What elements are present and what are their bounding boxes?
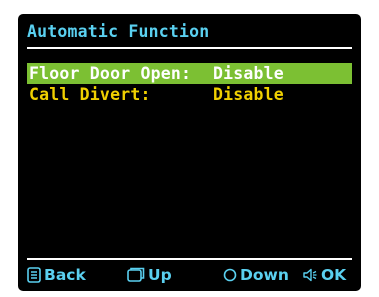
up-button[interactable]: Up: [127, 263, 172, 287]
settings-menu: Floor Door Open: Disable Call Divert: Di…: [27, 63, 352, 105]
footer-divider: [27, 258, 352, 260]
screen-title: Automatic Function: [27, 22, 210, 41]
ok-label: OK: [321, 266, 347, 284]
menu-item-value: Disable: [213, 64, 284, 83]
back-label: Back: [44, 266, 86, 284]
window-icon: [127, 267, 145, 282]
speaker-icon: [303, 268, 317, 282]
down-label: Down: [240, 266, 289, 284]
title-divider: [27, 47, 352, 49]
lcd-screen: Automatic Function Floor Door Open: Disa…: [18, 14, 361, 291]
menu-item-value: Disable: [213, 85, 284, 104]
softkey-bar: Back Up Down OK: [18, 263, 361, 289]
list-icon: [27, 267, 41, 283]
menu-item-call-divert[interactable]: Call Divert: Disable: [27, 84, 352, 105]
back-button[interactable]: Back: [27, 263, 86, 287]
ok-button[interactable]: OK: [302, 263, 346, 287]
circle-icon: [223, 268, 237, 282]
menu-item-label: Call Divert:: [29, 85, 151, 104]
up-label: Up: [148, 266, 172, 284]
menu-item-label: Floor Door Open:: [29, 64, 192, 83]
down-button[interactable]: Down: [223, 263, 289, 287]
device-frame: Automatic Function Floor Door Open: Disa…: [0, 0, 379, 297]
menu-item-floor-door-open[interactable]: Floor Door Open: Disable: [27, 63, 352, 84]
